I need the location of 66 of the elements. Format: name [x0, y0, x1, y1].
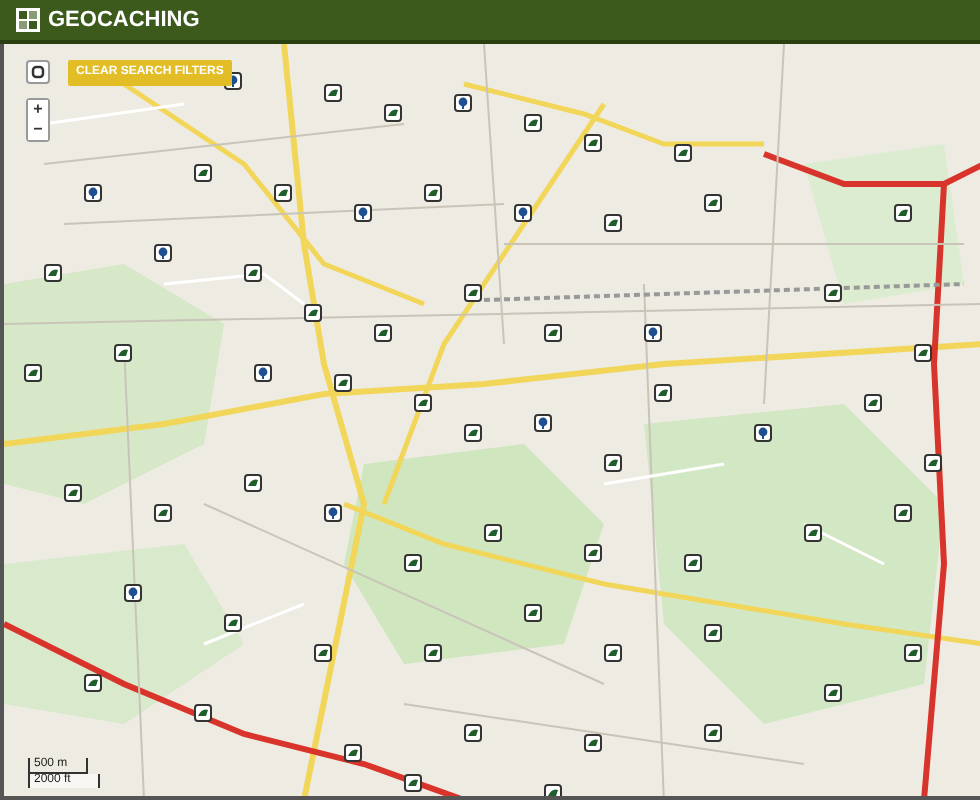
cache-marker-icon[interactable]: [894, 504, 912, 522]
mystery-marker-icon[interactable]: [154, 244, 172, 262]
mystery-marker-icon[interactable]: [754, 424, 772, 442]
mystery-marker-icon[interactable]: [254, 364, 272, 382]
cache-marker-icon[interactable]: [224, 614, 242, 632]
cache-marker-icon[interactable]: [894, 204, 912, 222]
cache-marker-icon[interactable]: [464, 424, 482, 442]
cache-marker-icon[interactable]: [304, 304, 322, 322]
cache-marker-icon[interactable]: [244, 264, 262, 282]
cache-marker-icon[interactable]: [64, 484, 82, 502]
cache-marker-icon[interactable]: [324, 84, 342, 102]
cache-marker-icon[interactable]: [344, 744, 362, 762]
cache-marker-icon[interactable]: [924, 454, 942, 472]
cache-marker-icon[interactable]: [704, 194, 722, 212]
cache-marker-icon[interactable]: [194, 164, 212, 182]
cache-marker-icon[interactable]: [864, 394, 882, 412]
cache-marker-icon[interactable]: [544, 324, 562, 342]
cache-marker-icon[interactable]: [314, 644, 332, 662]
cache-marker-icon[interactable]: [404, 554, 422, 572]
cache-marker-icon[interactable]: [824, 284, 842, 302]
cache-marker-icon[interactable]: [524, 604, 542, 622]
cache-marker-icon[interactable]: [464, 724, 482, 742]
cache-marker-icon[interactable]: [194, 704, 212, 722]
cache-marker-icon[interactable]: [654, 384, 672, 402]
cache-marker-icon[interactable]: [274, 184, 292, 202]
cache-marker-icon[interactable]: [524, 114, 542, 132]
cache-marker-icon[interactable]: [704, 724, 722, 742]
cache-marker-icon[interactable]: [604, 214, 622, 232]
mystery-marker-icon[interactable]: [354, 204, 372, 222]
cache-marker-icon[interactable]: [424, 184, 442, 202]
mystery-marker-icon[interactable]: [124, 584, 142, 602]
cache-marker-icon[interactable]: [464, 284, 482, 302]
cache-marker-icon[interactable]: [114, 344, 132, 362]
mystery-marker-icon[interactable]: [514, 204, 532, 222]
cache-marker-icon[interactable]: [484, 524, 502, 542]
cache-marker-icon[interactable]: [584, 134, 602, 152]
cache-marker-icon[interactable]: [584, 544, 602, 562]
cache-marker-icon[interactable]: [24, 364, 42, 382]
cache-marker-icon[interactable]: [604, 644, 622, 662]
mystery-marker-icon[interactable]: [644, 324, 662, 342]
cache-marker-icon[interactable]: [604, 454, 622, 472]
cache-marker-icon[interactable]: [424, 644, 442, 662]
cache-marker-icon[interactable]: [84, 674, 102, 692]
cache-marker-icon[interactable]: [584, 734, 602, 752]
cache-marker-icon[interactable]: [404, 774, 422, 792]
cache-marker-icon[interactable]: [334, 374, 352, 392]
mystery-marker-icon[interactable]: [454, 94, 472, 112]
cache-marker-icon[interactable]: [384, 104, 402, 122]
mystery-marker-icon[interactable]: [324, 504, 342, 522]
cache-marker-icon[interactable]: [824, 684, 842, 702]
cache-marker-icon[interactable]: [44, 264, 62, 282]
cache-marker-icon[interactable]: [374, 324, 392, 342]
mystery-marker-icon[interactable]: [534, 414, 552, 432]
cache-marker-icon[interactable]: [804, 524, 822, 542]
site-title: GEOCACHING: [48, 9, 200, 31]
cache-marker-icon[interactable]: [704, 624, 722, 642]
cache-marker-icon[interactable]: [684, 554, 702, 572]
mystery-marker-icon[interactable]: [84, 184, 102, 202]
cache-marker-icon[interactable]: [674, 144, 692, 162]
cache-marker-icon[interactable]: [914, 344, 932, 362]
cache-marker-icon[interactable]: [904, 644, 922, 662]
geocaching-logo-icon: [16, 8, 40, 32]
cache-marker-icon[interactable]: [414, 394, 432, 412]
layers-icon[interactable]: [26, 60, 50, 84]
cache-marker-icon[interactable]: [244, 474, 262, 492]
cache-marker-icon[interactable]: [154, 504, 172, 522]
